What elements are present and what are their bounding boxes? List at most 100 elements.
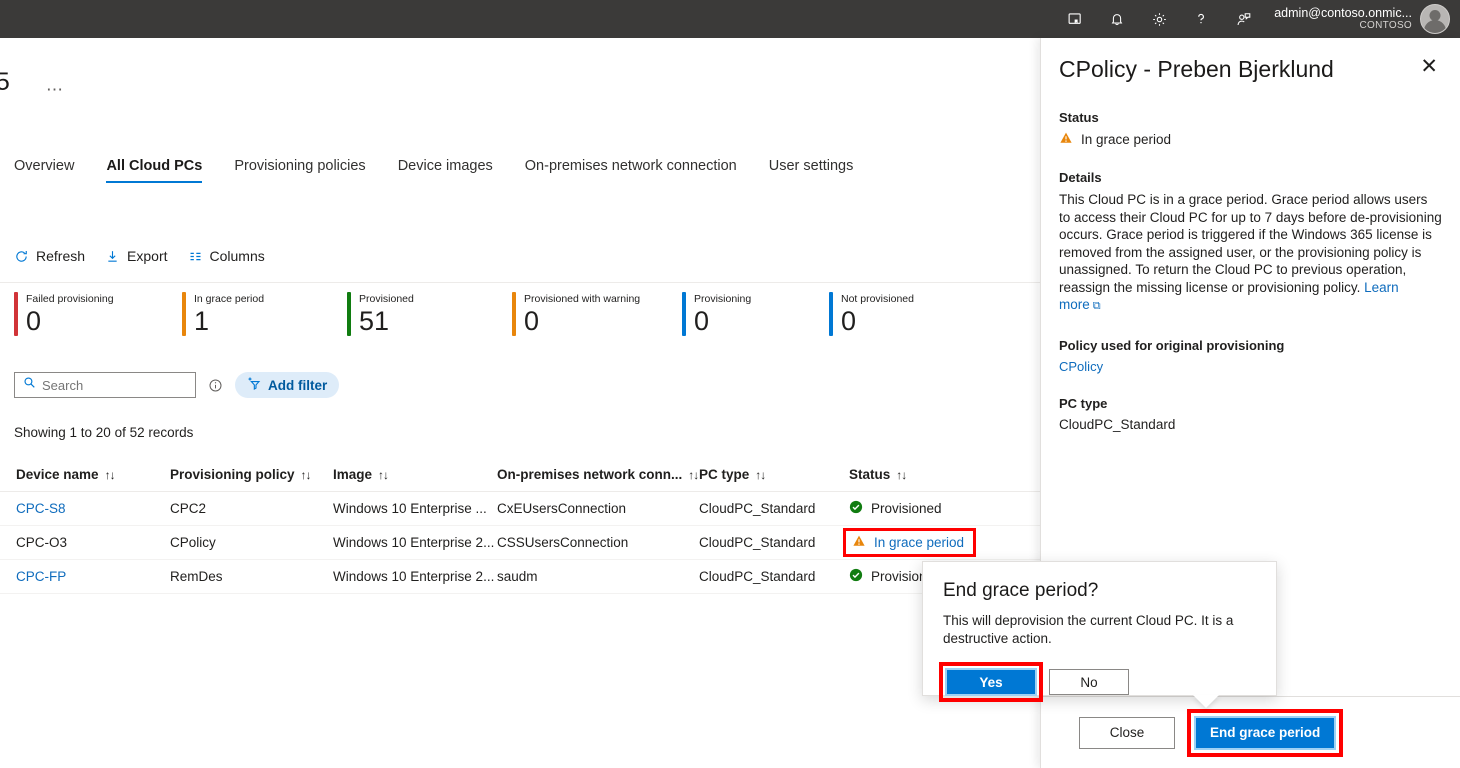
card-label: Not provisioned	[841, 293, 914, 305]
column-label: Device name	[16, 467, 99, 482]
search-info-icon[interactable]	[208, 378, 223, 393]
search-input[interactable]	[42, 377, 172, 393]
refresh-icon	[14, 249, 29, 264]
yes-button[interactable]: Yes	[945, 668, 1037, 696]
tab-on-premises-network-connection[interactable]: On-premises network connection	[509, 158, 753, 183]
warning-triangle-icon	[1059, 131, 1073, 148]
card-accent-bar	[682, 292, 686, 336]
command-bar: Refresh Export Columns	[14, 248, 265, 264]
sort-icon: ↑↓	[688, 467, 699, 482]
help-question-icon[interactable]	[1182, 0, 1220, 38]
settings-gear-icon[interactable]	[1140, 0, 1178, 38]
status-text: In grace period	[874, 535, 965, 550]
details-paragraph: This Cloud PC is in a grace period. Grac…	[1059, 191, 1442, 316]
export-button[interactable]: Export	[105, 248, 168, 264]
cell-provisioning-policy: CPC2	[170, 501, 207, 516]
tab-all-cloud-pcs[interactable]: All Cloud PCs	[90, 158, 218, 183]
warning-triangle-icon	[852, 534, 866, 551]
policy-link[interactable]: CPolicy	[1059, 359, 1442, 374]
sort-icon: ↑↓	[300, 467, 312, 482]
column-header-image[interactable]: Image ↑↓	[333, 467, 497, 482]
policy-section-label: Policy used for original provisioning	[1059, 337, 1285, 353]
table-row[interactable]: CPC-O3 CPolicy Windows 10 Enterprise 2..…	[0, 526, 1040, 560]
status-card-failed-provisioning[interactable]: Failed provisioning 0	[14, 292, 182, 336]
status-card-provisioned-with-warning[interactable]: Provisioned with warning 0	[512, 292, 682, 336]
column-label: Image	[333, 467, 373, 482]
cell-provisioning-policy: CPolicy	[170, 535, 216, 550]
end-grace-period-button[interactable]: End grace period	[1193, 715, 1337, 750]
add-filter-label: Add filter	[268, 377, 328, 393]
card-accent-bar	[182, 292, 186, 336]
tab-user-settings[interactable]: User settings	[753, 158, 870, 183]
sort-icon: ↑↓	[378, 467, 389, 482]
status-card-provisioned[interactable]: Provisioned 51	[347, 292, 512, 336]
status-text: In grace period	[1081, 132, 1172, 147]
cloud-shell-icon[interactable]	[1056, 0, 1094, 38]
card-accent-bar	[347, 292, 351, 336]
column-header-on-premises-network-conn[interactable]: On-premises network conn... ↑↓	[497, 467, 699, 482]
external-link-icon[interactable]: ⧉	[1090, 300, 1101, 312]
status-badge-highlighted[interactable]: In grace period	[843, 528, 977, 557]
end-grace-period-confirm-dialog: End grace period? This will deprovision …	[922, 561, 1277, 708]
card-value: 1	[194, 306, 210, 336]
table-row[interactable]: CPC-S8 CPC2 Windows 10 Enterprise ... Cx…	[0, 492, 1040, 526]
no-button[interactable]: No	[1049, 669, 1129, 695]
tab-device-images[interactable]: Device images	[382, 158, 509, 183]
status-card-provisioning[interactable]: Provisioning 0	[682, 292, 829, 336]
account-text: admin@contoso.onmic... CONTOSO	[1274, 6, 1412, 32]
close-button[interactable]: Close	[1079, 716, 1175, 749]
cell-network: saudm	[497, 569, 538, 584]
pctype-section-label: PC type	[1059, 395, 1108, 411]
device-name-link[interactable]: CPC-FP	[16, 569, 66, 584]
feedback-person-icon[interactable]	[1224, 0, 1262, 38]
details-panel-header: CPolicy - Preben Bjerklund ✕	[1041, 38, 1460, 84]
table-header-row: Device name ↑↓ Provisioning policy ↑↓ Imag…	[0, 458, 1040, 492]
page-title: 65	[0, 68, 10, 96]
search-box[interactable]	[14, 372, 196, 398]
command-bar-divider	[0, 282, 1040, 283]
panel-status-value: In grace period	[1059, 131, 1442, 148]
notifications-bell-icon[interactable]	[1098, 0, 1136, 38]
column-header-status[interactable]: Status ↑↓	[849, 467, 1024, 482]
top-bar-icon-group	[1056, 0, 1262, 38]
add-filter-button[interactable]: Add filter	[235, 372, 340, 398]
cell-pc-type: CloudPC_Standard	[699, 535, 816, 550]
columns-button[interactable]: Columns	[188, 248, 265, 264]
refresh-button[interactable]: Refresh	[14, 248, 85, 264]
page-more-menu-icon[interactable]: ⋯	[46, 80, 64, 100]
app-root: admin@contoso.onmic... CONTOSO 65 ⋯ Over…	[0, 0, 1460, 768]
card-accent-bar	[829, 292, 833, 336]
table-row[interactable]: CPC-FP RemDes Windows 10 Enterprise 2...…	[0, 560, 1040, 594]
device-name-link[interactable]: CPC-S8	[16, 501, 66, 516]
status-card-not-provisioned[interactable]: Not provisioned 0	[829, 292, 979, 336]
account-org: CONTOSO	[1359, 20, 1412, 32]
cell-network: CSSUsersConnection	[497, 535, 629, 550]
card-label: In grace period	[194, 293, 265, 305]
avatar[interactable]	[1420, 4, 1450, 34]
account-email: admin@contoso.onmic...	[1274, 6, 1412, 21]
card-value: 51	[359, 306, 390, 336]
confirm-dialog-title: End grace period?	[943, 580, 1099, 601]
tab-provisioning-policies[interactable]: Provisioning policies	[218, 158, 381, 183]
add-filter-icon	[247, 376, 262, 394]
columns-icon	[188, 249, 203, 264]
column-header-provisioning-policy[interactable]: Provisioning policy ↑↓	[170, 467, 333, 482]
close-icon[interactable]: ✕	[1416, 54, 1442, 80]
cell-provisioning-policy: RemDes	[170, 569, 223, 584]
card-value: 0	[26, 306, 42, 336]
card-label: Failed provisioning	[26, 293, 114, 305]
status-cards: Failed provisioning 0 In grace period 1 …	[14, 292, 979, 336]
account-menu[interactable]: admin@contoso.onmic... CONTOSO	[1274, 0, 1450, 38]
tab-overview[interactable]: Overview	[0, 158, 90, 183]
records-summary: Showing 1 to 20 of 52 records	[14, 425, 194, 440]
column-header-device-name[interactable]: Device name ↑↓	[16, 467, 170, 482]
column-label: Provisioning policy	[170, 467, 295, 482]
status-card-in-grace-period[interactable]: In grace period 1	[182, 292, 347, 336]
cell-image: Windows 10 Enterprise ...	[333, 501, 487, 516]
card-value: 0	[841, 306, 857, 336]
sort-icon: ↑↓	[755, 467, 766, 482]
column-header-pc-type[interactable]: PC type ↑↓	[699, 467, 849, 482]
